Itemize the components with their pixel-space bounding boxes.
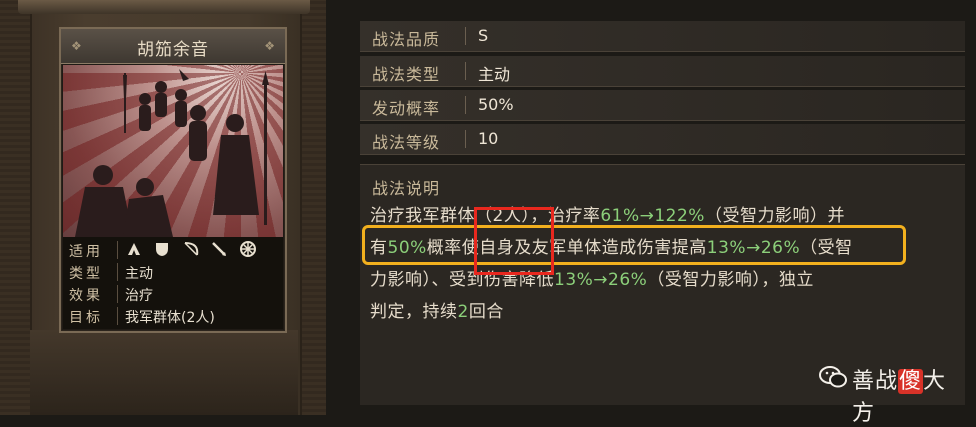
description-line: 治疗我军群体（2人），治疗率61%→122%（受智力影响）并 xyxy=(370,201,845,226)
highlight-box-red xyxy=(474,207,554,275)
description-title: 战法说明 xyxy=(372,179,441,198)
info-row-target: 目标 我军群体(2人) xyxy=(63,305,283,327)
info-row-suitable: 适用 xyxy=(63,239,283,261)
info-key: 效果 xyxy=(69,288,103,304)
card-info: 适用 类型 主动 效果 治疗 目标 我军群体(2人) xyxy=(63,237,283,329)
scroll-bottom xyxy=(30,330,298,415)
chariot-wheel-icon xyxy=(239,241,256,257)
description-line: 判定，持续2回合 xyxy=(370,297,504,322)
attr-key: 战法类型 xyxy=(372,65,441,84)
tactic-artwork xyxy=(63,65,283,237)
scroll-rod xyxy=(18,0,310,14)
spear-icon xyxy=(212,242,227,256)
attr-key: 战法品质 xyxy=(372,30,441,49)
info-key: 适用 xyxy=(69,244,103,260)
shield-icon xyxy=(156,243,169,256)
number: 13%→26% xyxy=(554,270,648,290)
watermark: 善战傻大方 xyxy=(818,358,968,426)
cavalry-icon xyxy=(128,243,140,255)
description-line: 力影响）、受到伤害降低13%→26%（受智力影响），独立 xyxy=(370,265,814,290)
bow-icon xyxy=(184,242,199,256)
info-divider xyxy=(117,285,118,303)
attr-divider xyxy=(465,96,466,114)
attr-value: 50% xyxy=(478,95,514,114)
tactic-detail-panel: 战法品质 S 战法类型 主动 发动概率 50% 战法等级 10 战法说明 治疗我… xyxy=(360,0,976,415)
text: （受智力影响）并 xyxy=(704,206,845,226)
attr-row-probability: 发动概率 50% xyxy=(360,90,965,121)
attr-divider xyxy=(465,62,466,80)
attr-divider xyxy=(465,27,466,45)
info-key: 目标 xyxy=(69,310,103,326)
tactic-card[interactable]: ❖ 胡笳余音 ❖ 适用 类型 主动 效果 治疗 目标 我军群体(2人) xyxy=(59,27,287,333)
info-value: 我军群体(2人) xyxy=(125,310,215,326)
info-divider xyxy=(117,241,118,259)
attr-key: 战法等级 xyxy=(372,133,441,152)
unit-icons xyxy=(125,240,263,262)
text: （受智力影响），独立 xyxy=(647,270,814,290)
info-row-type: 类型 主动 xyxy=(63,261,283,283)
info-key: 类型 xyxy=(69,266,103,282)
attr-value: 主动 xyxy=(478,65,511,84)
info-divider xyxy=(117,263,118,281)
attr-value: S xyxy=(478,26,489,45)
watermark-part: 善战 xyxy=(852,369,899,394)
attr-divider xyxy=(465,130,466,148)
soldiers-silhouette xyxy=(75,69,269,237)
watermark-text: 善战傻大方 xyxy=(852,363,968,427)
card-title: 胡笳余音 xyxy=(137,40,209,60)
watermark-mark: 傻 xyxy=(898,369,924,394)
card-title-bar: ❖ 胡笳余音 ❖ xyxy=(61,29,285,64)
attr-key: 发动概率 xyxy=(372,99,441,118)
info-value: 主动 xyxy=(125,266,153,282)
info-value: 治疗 xyxy=(125,288,153,304)
attr-row-type: 战法类型 主动 xyxy=(360,56,965,87)
attr-row-level: 战法等级 10 xyxy=(360,124,965,155)
info-row-effect: 效果 治疗 xyxy=(63,283,283,305)
ornament-right-icon: ❖ xyxy=(264,39,275,53)
attr-value: 10 xyxy=(478,129,499,148)
highlight-box-yellow xyxy=(362,225,906,265)
text: 判定，持续 xyxy=(370,302,458,322)
wechat-icon xyxy=(819,366,847,388)
info-divider xyxy=(117,307,118,325)
attr-row-quality: 战法品质 S xyxy=(360,21,965,52)
text: 回合 xyxy=(468,302,504,322)
number: 61%→122% xyxy=(600,206,705,226)
number: 2 xyxy=(457,302,469,322)
